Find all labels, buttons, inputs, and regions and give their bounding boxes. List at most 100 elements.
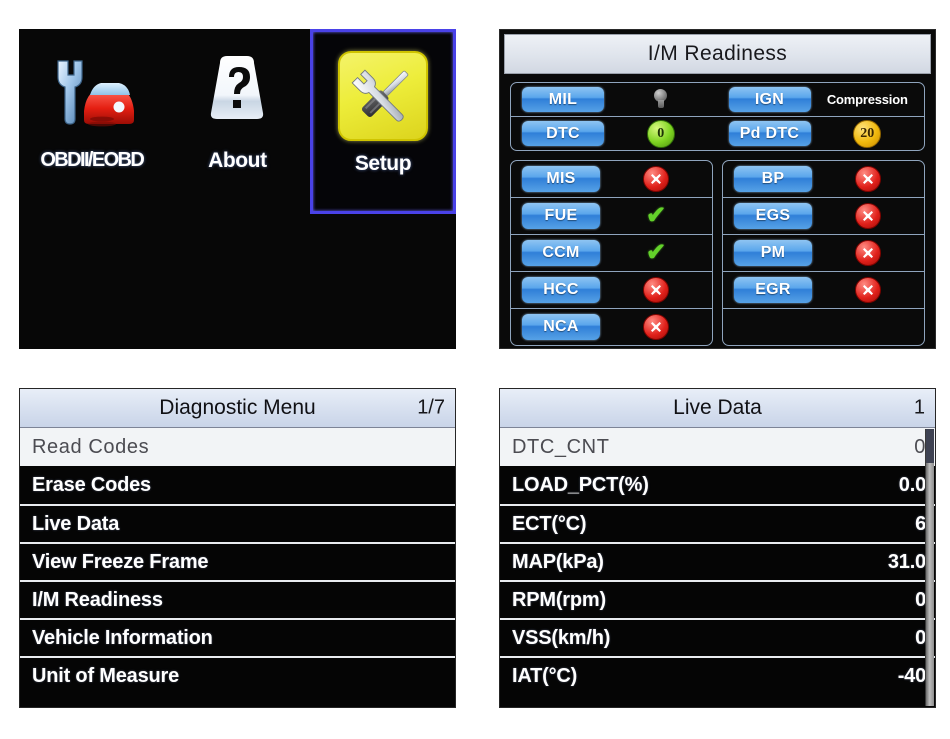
menu-tile-setup[interactable]: Setup: [310, 29, 456, 214]
im-monitor-button[interactable]: PM: [734, 240, 812, 266]
live-data-title-bar: Live Data 1: [500, 389, 935, 428]
live-data-scrollbar[interactable]: [925, 429, 934, 706]
live-data-row[interactable]: MAP(kPa) 31.0: [500, 542, 935, 580]
im-pd-dtc-button[interactable]: Pd DTC: [728, 121, 811, 146]
diagnostic-menu-item[interactable]: I/M Readiness: [20, 580, 455, 618]
pd-dtc-count-badge: 20: [853, 119, 882, 148]
diagnostic-menu-item[interactable]: Unit of Measure: [20, 656, 455, 694]
im-ign-button[interactable]: IGN: [728, 87, 811, 112]
menu-item-label: Read Codes: [32, 435, 150, 458]
im-monitor-button[interactable]: EGR: [734, 277, 812, 303]
im-pd-dtc-cell[interactable]: Pd DTC 20: [718, 117, 925, 150]
menu-tile-obdii-eobd[interactable]: OBDII/EOBD: [19, 29, 165, 214]
im-monitor-row-mis[interactable]: MIS: [511, 161, 712, 197]
im-dtc-value: 0: [604, 119, 718, 148]
live-data-pid-value: 0.0: [898, 473, 926, 496]
live-data-pid-name: MAP(kPa): [512, 550, 604, 573]
live-data-row[interactable]: ECT(°C) 6: [500, 504, 935, 542]
im-monitors-left-column: MIS FUE ✔ CCM ✔ HCC NCA: [510, 160, 713, 346]
question-mark-icon: [183, 41, 291, 145]
im-monitors-right-column: BP EGS PM EGR: [722, 160, 925, 346]
im-monitor-button[interactable]: EGS: [734, 203, 812, 229]
im-ign-value: Compression: [811, 92, 925, 107]
menu-item-label: Vehicle Information: [32, 626, 213, 649]
im-monitor-row-nca[interactable]: NCA: [511, 308, 712, 345]
diagnostic-menu-title-bar: Diagnostic Menu 1/7: [20, 389, 455, 428]
im-monitor-status: [600, 314, 712, 340]
im-monitors-area: MIS FUE ✔ CCM ✔ HCC NCA BP EGS PM EGR: [510, 160, 925, 346]
im-monitor-status: [600, 277, 712, 303]
live-data-pid-name: ECT(°C): [512, 512, 587, 535]
im-ign-cell[interactable]: IGN Compression: [718, 83, 925, 116]
menu-tile-about[interactable]: About: [165, 29, 311, 214]
live-data-row[interactable]: RPM(rpm) 0: [500, 580, 935, 618]
fail-cross-icon: [855, 203, 881, 229]
diagnostic-menu-item[interactable]: View Freeze Frame: [20, 542, 455, 580]
im-monitor-row-egr[interactable]: EGR: [723, 271, 924, 308]
im-monitor-button[interactable]: HCC: [522, 277, 600, 303]
live-data-pid-name: DTC_CNT: [512, 435, 610, 458]
im-monitor-button[interactable]: BP: [734, 166, 812, 192]
menu-item-label: Erase Codes: [32, 473, 151, 496]
im-dtc-cell[interactable]: DTC 0: [511, 117, 718, 150]
im-monitor-status: [812, 240, 924, 266]
im-monitor-row-fue[interactable]: FUE ✔: [511, 197, 712, 234]
im-monitor-row-bp[interactable]: BP: [723, 161, 924, 197]
im-monitor-row-pm[interactable]: PM: [723, 234, 924, 271]
page-title: Live Data: [673, 396, 762, 419]
im-monitor-button[interactable]: CCM: [522, 240, 600, 266]
im-monitor-button[interactable]: MIS: [522, 166, 600, 192]
diagnostic-menu-item[interactable]: Vehicle Information: [20, 618, 455, 656]
im-monitor-status: [812, 277, 924, 303]
live-data-row[interactable]: VSS(km/h) 0: [500, 618, 935, 656]
im-compression-label: Compression: [826, 92, 908, 107]
diagnostic-menu-screen: Diagnostic Menu 1/7 Read Codes Erase Code…: [19, 388, 456, 708]
menu-item-label: View Freeze Frame: [32, 550, 209, 573]
im-monitor-button[interactable]: NCA: [522, 314, 600, 340]
page-counter: 1: [913, 396, 925, 419]
im-status-group: MIL IGN Compression DTC 0 Pd DTC 20: [510, 82, 925, 151]
im-mil-button[interactable]: MIL: [522, 87, 604, 112]
diagnostic-menu-item[interactable]: Erase Codes: [20, 466, 455, 504]
live-data-row[interactable]: IAT(°C) -40: [500, 656, 935, 694]
live-data-screen: Live Data 1 DTC_CNT 0 LOAD_PCT(%) 0.0 ECT(°C…: [499, 388, 936, 708]
im-mil-value: [604, 89, 718, 110]
live-data-pid-value: 31.0: [887, 550, 926, 573]
im-monitor-row-egs[interactable]: EGS: [723, 197, 924, 234]
live-data-pid-name: RPM(rpm): [512, 588, 606, 611]
menu-tile-label: Setup: [354, 152, 412, 175]
im-monitor-status: ✔: [600, 241, 712, 265]
im-monitor-status: [812, 315, 924, 339]
im-monitor-status: [600, 166, 712, 192]
diagnostic-menu-item[interactable]: Live Data: [20, 504, 455, 542]
im-monitor-button[interactable]: FUE: [522, 203, 600, 229]
fail-cross-icon: [643, 166, 669, 192]
live-data-pid-name: VSS(km/h): [512, 626, 611, 649]
im-monitor-status: [812, 166, 924, 192]
menu-tile-label: OBDII/EOBD: [40, 149, 145, 171]
page-counter: 1/7: [417, 396, 445, 419]
im-status-row: MIL IGN Compression: [511, 83, 924, 116]
menu-tile-label: About: [208, 149, 267, 172]
lightbulb-icon: [653, 89, 668, 110]
fail-cross-icon: [643, 314, 669, 340]
im-dtc-button[interactable]: DTC: [522, 121, 604, 146]
diagnostic-menu-item[interactable]: Read Codes: [20, 428, 455, 466]
live-data-row[interactable]: DTC_CNT 0: [500, 428, 935, 466]
im-monitor-status: [812, 203, 924, 229]
im-monitor-row-hcc[interactable]: HCC: [511, 271, 712, 308]
im-mil-cell[interactable]: MIL: [511, 83, 718, 116]
diagnostic-menu-list: Read Codes Erase Codes Live Data View Freez…: [20, 428, 455, 694]
menu-item-label: Live Data: [32, 512, 120, 535]
im-readiness-title: I/M Readiness: [504, 34, 931, 74]
im-readiness-screen: I/M Readiness MIL IGN Compression DTC 0 …: [499, 29, 936, 349]
im-monitor-row-ccm[interactable]: CCM ✔: [511, 234, 712, 271]
wrench-screwdriver-icon: [329, 44, 437, 148]
scrollbar-thumb[interactable]: [926, 429, 934, 463]
live-data-pid-name: LOAD_PCT(%): [512, 473, 649, 496]
im-monitor-row-empty: [723, 308, 924, 345]
menu-item-label: Unit of Measure: [32, 664, 180, 687]
live-data-row[interactable]: LOAD_PCT(%) 0.0: [500, 466, 935, 504]
live-data-pid-value: -40: [897, 664, 927, 687]
dtc-count-badge: 0: [646, 119, 675, 148]
